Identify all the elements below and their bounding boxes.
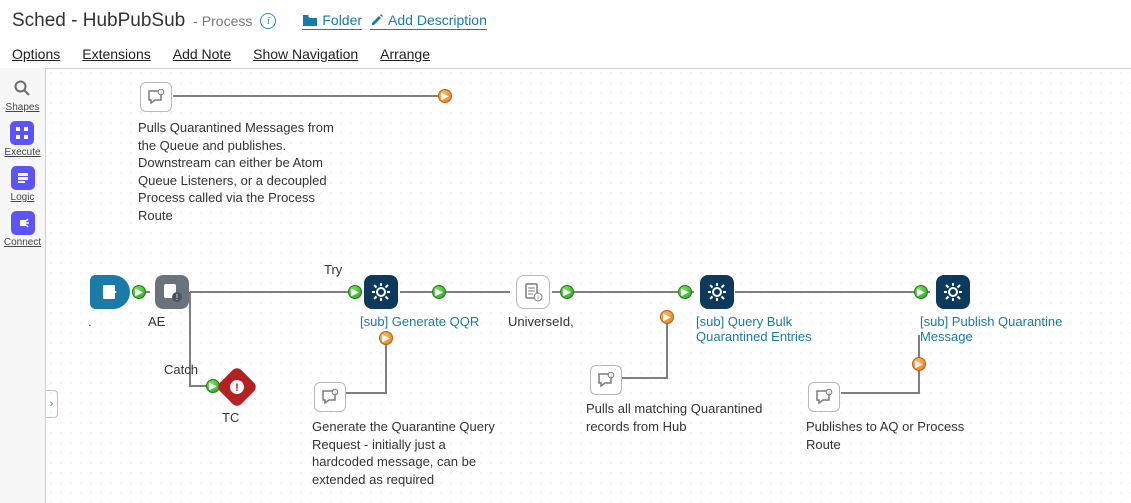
pencil-icon (370, 13, 384, 27)
connect-icon (11, 211, 35, 235)
palette-connect[interactable]: Connect (4, 209, 41, 250)
note-query-text: Pulls all matching Quarantined records f… (586, 400, 778, 435)
note-shape-overview[interactable]: i (140, 82, 172, 112)
connector-dot: ▶ (432, 285, 446, 299)
palette-shapes-label: Shapes (6, 102, 40, 113)
info-icon[interactable]: i (260, 13, 276, 29)
menu-show-nav[interactable]: Show Navigation (253, 46, 358, 62)
catch-label: Catch (164, 362, 198, 377)
connector-dot: ▶ (914, 285, 928, 299)
add-description-label: Add Description (388, 12, 487, 28)
folder-label: Folder (322, 12, 362, 28)
connector-dot: ▶ (132, 285, 146, 299)
svg-text:i: i (160, 90, 161, 96)
branch-dot: ▶ (379, 331, 393, 345)
logic-icon (11, 166, 35, 190)
start-shape[interactable] (90, 275, 130, 309)
page-subtitle: - Process (193, 13, 252, 29)
ae-label: AE (148, 314, 165, 329)
note-shape-qqr[interactable]: i (314, 382, 346, 412)
svg-text:!: ! (235, 382, 239, 394)
universeid-label: UniverseId, (508, 314, 574, 329)
folder-icon (302, 13, 318, 27)
endpoint-dot: ▶ (438, 89, 452, 103)
add-description-link[interactable]: Add Description (370, 12, 487, 30)
publish-shape[interactable] (936, 275, 970, 309)
folder-link[interactable]: Folder (302, 12, 362, 30)
svg-text:!: ! (176, 293, 178, 302)
svg-text:i: i (610, 373, 611, 379)
generate-qqr-shape[interactable] (364, 275, 398, 309)
menu-extensions[interactable]: Extensions (82, 46, 150, 62)
query-bulk-label[interactable]: [sub] Query Bulk Quarantined Entries (696, 314, 866, 344)
palette-execute[interactable]: Execute (4, 119, 40, 160)
try-label: Try (324, 262, 342, 277)
publish-label[interactable]: [sub] Publish Quarantine Message (920, 314, 1090, 344)
connector-dot: ▶ (348, 285, 362, 299)
start-label: . (88, 314, 92, 329)
note-qqr-text: Generate the Quarantine Query Request - … (312, 418, 502, 488)
tc-label: TC (222, 410, 239, 425)
svg-text:i: i (828, 390, 829, 396)
palette-logic-label: Logic (11, 192, 35, 203)
query-bulk-shape[interactable] (700, 275, 734, 309)
note-shape-publish[interactable]: i (808, 382, 840, 412)
note-publish-text: Publishes to AQ or Process Route (806, 418, 986, 453)
svg-text:i: i (537, 296, 538, 302)
branch-dot: ▶ (912, 357, 926, 371)
shape-palette: Shapes Execute Logic Connect (0, 68, 46, 503)
branch-dot: ▶ (660, 310, 674, 324)
menu-add-note[interactable]: Add Note (173, 46, 231, 62)
magnifier-icon (10, 76, 34, 100)
connector-dot: ▶ (560, 285, 574, 299)
try-catch-shape[interactable]: ! (155, 275, 189, 309)
connector-dot: ▶ (678, 285, 692, 299)
menu-options[interactable]: Options (12, 46, 60, 62)
universeid-shape[interactable]: i (516, 275, 550, 309)
palette-logic[interactable]: Logic (11, 164, 35, 205)
palette-execute-label: Execute (4, 147, 40, 158)
note-overview-text: Pulls Quarantined Messages from the Queu… (138, 119, 344, 224)
menu-bar: Options Extensions Add Note Show Navigat… (12, 46, 430, 62)
page-title: Sched - HubPubSub (12, 10, 185, 32)
palette-shapes[interactable]: Shapes (6, 74, 40, 115)
generate-qqr-label[interactable]: [sub] Generate QQR (360, 314, 490, 329)
menu-arrange[interactable]: Arrange (380, 46, 430, 62)
note-shape-query[interactable]: i (590, 365, 622, 395)
execute-icon (10, 121, 34, 145)
palette-connect-label: Connect (4, 237, 41, 248)
svg-text:i: i (334, 390, 335, 396)
